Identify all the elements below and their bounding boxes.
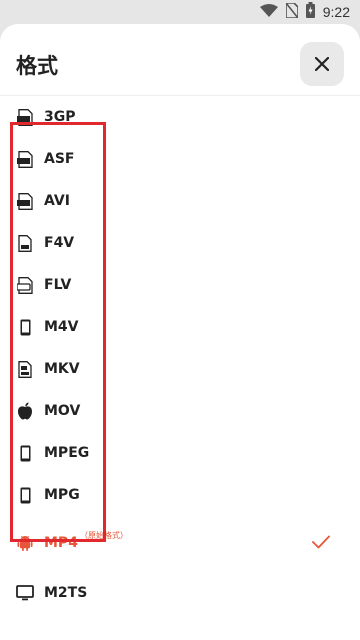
format-item-mpeg[interactable]: MPEG [0,432,360,474]
close-icon [315,57,329,71]
status-bar: 9:22 [0,0,360,24]
phone-icon [16,486,34,504]
file-asf-icon [16,150,34,168]
format-sheet: 格式 3GP ASF AVI F4V FLV M4V MKV MOV MPEG … [0,24,360,640]
original-format-note: （原始格式） [80,531,128,540]
phone-icon [16,444,34,462]
phone-icon [16,318,34,336]
no-sim-icon [284,1,299,22]
format-item-mkv[interactable]: MKV [0,348,360,390]
format-label: MPEG [44,445,90,461]
format-item-mp4[interactable]: MP4 （原始格式） [0,522,360,564]
format-item-m2ts[interactable]: M2TS [0,572,360,614]
format-item-mpg[interactable]: MPG [0,474,360,516]
status-icons: 9:22 [259,1,350,22]
format-label: AVI [44,193,70,209]
format-item-flv[interactable]: FLV [0,264,360,306]
file-mkv-icon [16,360,34,378]
format-label: ASF [44,151,75,167]
file-3gp-icon [16,108,34,126]
monitor-icon [16,584,34,602]
check-icon [312,534,330,552]
close-button[interactable] [300,42,344,86]
format-label: MP4 [44,535,78,551]
format-item-asf[interactable]: ASF [0,138,360,180]
format-item-f4v[interactable]: F4V [0,222,360,264]
format-item-mov[interactable]: MOV [0,390,360,432]
wifi-icon [259,3,278,22]
status-time: 9:22 [322,4,350,20]
battery-charging-icon [305,2,315,22]
file-avi-icon [16,192,34,210]
format-label: FLV [44,277,72,293]
format-label: 3GP [44,109,76,125]
android-icon [16,534,34,552]
format-label: MOV [44,403,81,419]
format-label: F4V [44,235,75,251]
format-item-avi[interactable]: AVI [0,180,360,222]
format-label: MKV [44,361,80,377]
format-label: MPG [44,487,80,503]
format-label: M4V [44,319,79,335]
format-label: M2TS [44,585,88,601]
apple-icon [16,402,34,420]
format-item-m4v[interactable]: M4V [0,306,360,348]
sheet-title: 格式 [16,54,58,78]
file-f4v-icon [16,234,34,252]
format-item-3gp[interactable]: 3GP [0,96,360,138]
file-flv-icon [16,276,34,294]
